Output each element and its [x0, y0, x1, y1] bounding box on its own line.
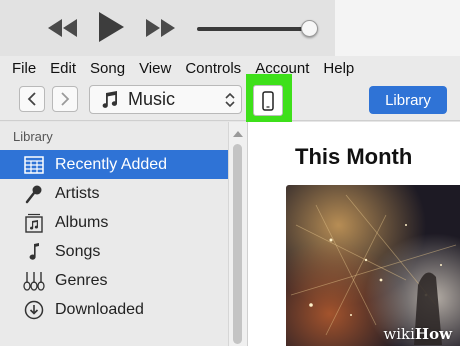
device-button[interactable]: [253, 85, 283, 116]
chevron-up-down-icon: [225, 92, 235, 108]
music-note-icon: [21, 242, 47, 262]
music-note-icon: [102, 90, 118, 108]
iphone-icon: [262, 90, 274, 111]
guitars-icon: [21, 271, 47, 291]
sidebar-section-title: Library: [13, 129, 53, 144]
sidebar-item-recently-added[interactable]: Recently Added: [0, 150, 228, 179]
fast-forward-icon: [146, 19, 175, 37]
sidebar-item-label: Genres: [55, 271, 108, 289]
sidebar-item-label: Albums: [55, 213, 109, 231]
fast-forward-button[interactable]: [143, 15, 177, 41]
page-title: This Month: [295, 144, 413, 169]
watermark-suffix: How: [414, 325, 452, 343]
chevron-right-icon: [61, 92, 70, 106]
play-button[interactable]: [96, 10, 126, 44]
volume-track: [197, 27, 307, 31]
wikihow-watermark: wikiHow: [383, 325, 452, 343]
rewind-icon: [48, 19, 77, 37]
album-icon: [21, 213, 47, 233]
sidebar-item-label: Downloaded: [55, 300, 144, 318]
sidebar: Library Recently Added Artists Albums So…: [0, 122, 247, 346]
sidebar-item-songs[interactable]: Songs: [0, 237, 228, 266]
album-artwork[interactable]: [286, 185, 460, 346]
download-icon: [21, 300, 47, 320]
media-type-label: Music: [128, 89, 176, 109]
player-bar: [0, 0, 460, 56]
menu-song[interactable]: Song: [90, 60, 125, 77]
forward-button[interactable]: [52, 86, 78, 112]
sidebar-item-genres[interactable]: Genres: [0, 266, 228, 295]
sidebar-item-downloaded[interactable]: Downloaded: [0, 295, 228, 324]
rewind-button[interactable]: [46, 15, 80, 41]
volume-slider[interactable]: [197, 20, 318, 37]
scrollbar-thumb[interactable]: [233, 144, 242, 344]
play-icon: [99, 12, 124, 42]
watermark-prefix: wiki: [383, 325, 415, 343]
sidebar-item-label: Songs: [55, 242, 101, 260]
grid-icon: [21, 155, 47, 174]
menu-view[interactable]: View: [139, 60, 171, 77]
volume-knob[interactable]: [301, 20, 318, 37]
back-button[interactable]: [19, 86, 45, 112]
sidebar-item-artists[interactable]: Artists: [0, 179, 228, 208]
menu-help[interactable]: Help: [323, 60, 354, 77]
media-type-select[interactable]: Music: [89, 85, 242, 114]
menu-controls[interactable]: Controls: [185, 60, 241, 77]
menu-edit[interactable]: Edit: [50, 60, 76, 77]
album-artwork-image: [286, 185, 460, 346]
menu-file[interactable]: File: [12, 60, 36, 77]
sidebar-item-label: Recently Added: [55, 155, 168, 173]
scroll-up-arrow-icon: [233, 131, 243, 137]
main-content: This Month wikiHow: [247, 122, 460, 346]
library-button[interactable]: Library: [369, 86, 447, 114]
menu-bar: File Edit Song View Controls Account Hel…: [0, 56, 460, 81]
sidebar-item-albums[interactable]: Albums: [0, 208, 228, 237]
microphone-icon: [21, 184, 47, 204]
sidebar-item-label: Artists: [55, 184, 100, 202]
player-right-area: [335, 0, 460, 56]
sidebar-scrollbar[interactable]: [228, 122, 247, 346]
chevron-left-icon: [27, 92, 36, 106]
